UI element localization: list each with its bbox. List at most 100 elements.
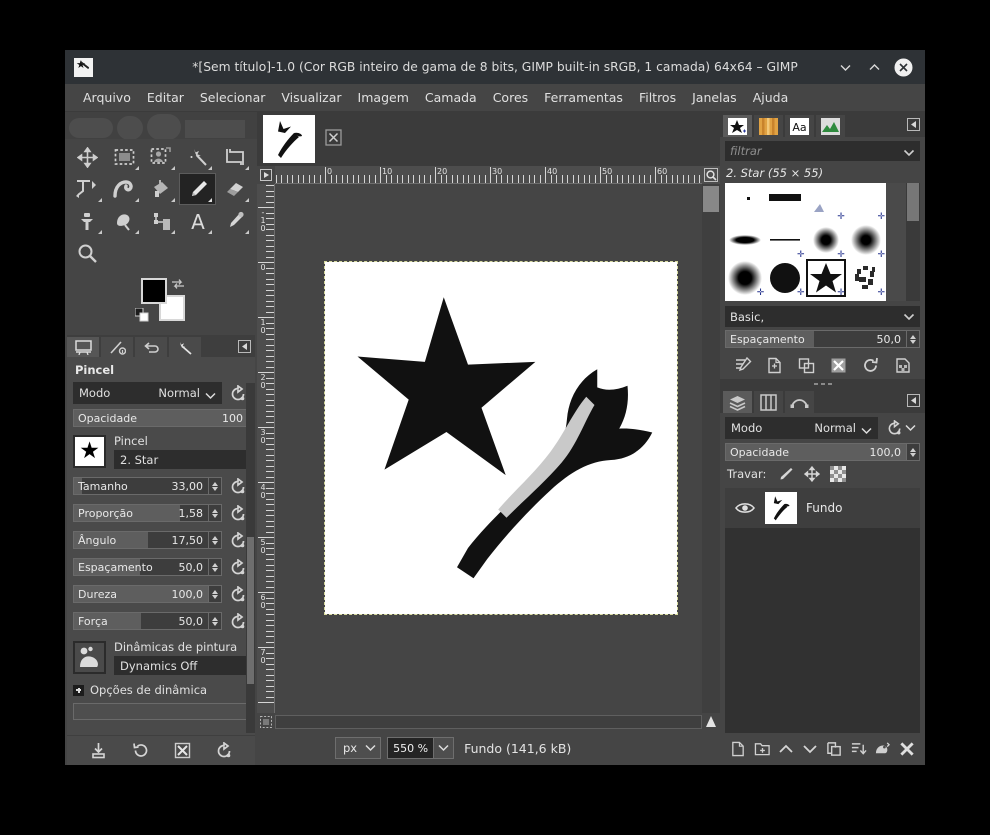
tab-brushes[interactable] bbox=[723, 115, 752, 137]
bucket-fill-tool[interactable] bbox=[143, 173, 180, 205]
tab-fonts[interactable]: Aa bbox=[785, 115, 814, 137]
transform-tool[interactable] bbox=[69, 173, 106, 205]
size-spinner[interactable] bbox=[209, 477, 222, 495]
reset-options-icon[interactable] bbox=[213, 740, 235, 762]
layer-list[interactable]: Fundo bbox=[725, 488, 920, 733]
angle-spinner[interactable] bbox=[209, 531, 222, 549]
spacing-slider[interactable]: Espaçamento 50,0 bbox=[73, 558, 209, 576]
clone-tool[interactable] bbox=[69, 205, 106, 237]
foreground-color-swatch[interactable] bbox=[141, 278, 167, 304]
maximize-button[interactable] bbox=[865, 58, 884, 77]
new-layer-group-icon[interactable] bbox=[752, 739, 773, 760]
smudge-tool[interactable] bbox=[106, 205, 143, 237]
color-picker-tool[interactable] bbox=[216, 205, 253, 237]
brush-spacing-spinner[interactable] bbox=[907, 330, 920, 348]
brush-star[interactable]: ✛ bbox=[805, 259, 846, 298]
duplicate-brush-icon[interactable] bbox=[796, 354, 818, 376]
layer-mode-dropdown[interactable]: Modo Normal bbox=[725, 417, 878, 439]
brush-pixel[interactable] bbox=[725, 183, 765, 221]
delete-layer-icon[interactable] bbox=[896, 739, 917, 760]
table-row[interactable]: Fundo bbox=[725, 488, 920, 528]
merge-down-icon[interactable] bbox=[872, 739, 893, 760]
brush-fuzzy-small[interactable]: ✛ bbox=[806, 221, 846, 260]
zoom-tool[interactable] bbox=[69, 237, 106, 269]
hardness-slider[interactable]: Dureza 100,0 bbox=[73, 585, 209, 603]
brush-spacing-slider[interactable]: Espaçamento 50,0 bbox=[725, 330, 907, 348]
brush-name-field[interactable]: 2. Star bbox=[114, 450, 249, 469]
menu-janelas[interactable]: Janelas bbox=[684, 86, 745, 109]
brush-preview-thumbnail[interactable]: ★ bbox=[73, 435, 106, 468]
tab-undo-history[interactable] bbox=[135, 337, 167, 357]
rectangle-select-tool[interactable] bbox=[106, 141, 143, 173]
brush-ellipse-fuzzy[interactable] bbox=[725, 221, 765, 259]
hardness-spinner[interactable] bbox=[209, 585, 222, 603]
brush-splatter1[interactable] bbox=[725, 297, 765, 301]
menu-selecionar[interactable]: Selecionar bbox=[192, 86, 274, 109]
ruler-origin-button[interactable] bbox=[257, 166, 275, 184]
paint-mode-dropdown[interactable]: Modo Normal bbox=[73, 382, 222, 404]
path-tool[interactable] bbox=[143, 205, 180, 237]
aspect-ratio-slider[interactable]: Proporção 1,58 bbox=[73, 504, 209, 522]
menu-imagem[interactable]: Imagem bbox=[350, 86, 417, 109]
layer-opacity-slider[interactable]: Opacidade 100,0 bbox=[725, 443, 907, 461]
zoom-image-button[interactable] bbox=[702, 166, 720, 184]
menu-editar[interactable]: Editar bbox=[139, 86, 192, 109]
menu-filtros[interactable]: Filtros bbox=[631, 86, 684, 109]
layer-visibility-toggle[interactable] bbox=[725, 501, 765, 515]
force-spinner[interactable] bbox=[209, 612, 222, 630]
opacity-slider[interactable]: Opacidade 100 bbox=[73, 409, 249, 427]
horizontal-scrollbar[interactable] bbox=[275, 715, 702, 729]
brush-block[interactable] bbox=[765, 183, 805, 221]
layers-panel-menu-button[interactable] bbox=[907, 392, 920, 411]
brush-soft-splatter[interactable] bbox=[806, 297, 846, 301]
layer-mode-reset-button[interactable] bbox=[882, 417, 920, 439]
reset-colors-icon[interactable] bbox=[134, 307, 149, 326]
brush-grid-scrollbar[interactable] bbox=[906, 183, 920, 301]
image-thumbnail-tab[interactable] bbox=[263, 115, 315, 163]
menu-ferramentas[interactable]: Ferramentas bbox=[536, 86, 631, 109]
horizontal-ruler[interactable]: 0 10 20 30 40 50 60 bbox=[275, 166, 702, 184]
lock-pixels-icon[interactable] bbox=[777, 465, 794, 482]
brush-empty[interactable]: ✛ bbox=[806, 183, 846, 222]
brush-splatter3[interactable] bbox=[846, 297, 886, 301]
save-options-icon[interactable] bbox=[87, 740, 109, 762]
spacing-spinner[interactable] bbox=[209, 558, 222, 576]
close-image-tab-button[interactable] bbox=[325, 128, 342, 150]
brush-grid[interactable]: ✛ ✛ ✛ ✛ ✛ ✛ ✛ ✛ ✛ bbox=[725, 183, 886, 301]
menu-camada[interactable]: Camada bbox=[417, 86, 485, 109]
new-layer-icon[interactable] bbox=[728, 739, 749, 760]
lower-layer-icon[interactable] bbox=[800, 739, 821, 760]
open-brush-as-image-icon[interactable] bbox=[891, 354, 913, 376]
lock-position-icon[interactable] bbox=[803, 465, 820, 482]
raise-layer-icon[interactable] bbox=[776, 739, 797, 760]
new-brush-icon[interactable] bbox=[764, 354, 786, 376]
delete-options-icon[interactable] bbox=[171, 740, 193, 762]
warp-tool[interactable] bbox=[106, 173, 143, 205]
tab-pointer[interactable] bbox=[169, 337, 201, 357]
menu-arquivo[interactable]: Arquivo bbox=[75, 86, 139, 109]
navigation-preview-button[interactable] bbox=[702, 713, 720, 731]
tab-device-status[interactable] bbox=[101, 337, 133, 357]
aspect-spinner[interactable] bbox=[209, 504, 222, 522]
tab-gradients[interactable] bbox=[816, 115, 845, 137]
tab-patterns[interactable] bbox=[754, 115, 783, 137]
chevron-down-icon[interactable] bbox=[903, 142, 915, 161]
fuzzy-select-tool[interactable] bbox=[179, 141, 216, 173]
minimize-button[interactable] bbox=[836, 58, 855, 77]
edit-brush-icon[interactable] bbox=[732, 354, 754, 376]
vertical-ruler[interactable]: -10 0 10 20 30 40 50 60 70 bbox=[257, 184, 275, 713]
brush-chalk[interactable]: ✛ bbox=[846, 259, 886, 298]
zoom-dropdown-button[interactable] bbox=[434, 737, 455, 759]
zoom-value-input[interactable]: 550 % bbox=[387, 737, 435, 759]
quick-mask-button[interactable] bbox=[257, 713, 275, 731]
dynamics-name-field[interactable]: Dynamics Off bbox=[114, 656, 249, 675]
tab-tool-options[interactable] bbox=[67, 337, 99, 357]
text-tool[interactable]: A bbox=[179, 205, 216, 237]
canvas-viewport[interactable] bbox=[275, 184, 702, 713]
lock-alpha-icon[interactable] bbox=[829, 465, 846, 482]
delete-brush-icon[interactable] bbox=[827, 354, 849, 376]
brush-splatter2[interactable] bbox=[765, 297, 805, 301]
tool-options-scroll-thumb[interactable] bbox=[247, 537, 254, 684]
restore-options-icon[interactable] bbox=[129, 740, 151, 762]
eraser-tool[interactable] bbox=[216, 173, 253, 205]
